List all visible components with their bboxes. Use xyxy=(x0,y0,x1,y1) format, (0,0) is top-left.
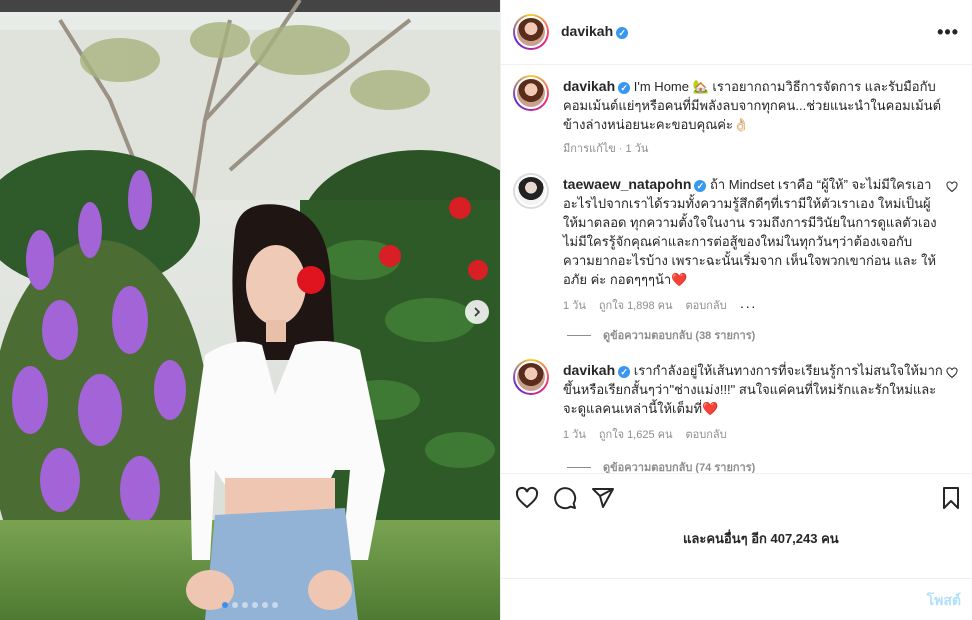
heart-outline-icon[interactable] xyxy=(515,486,539,510)
reply-button[interactable]: ตอบกลับ xyxy=(686,297,727,316)
reply-button[interactable]: ตอบกลับ xyxy=(686,426,727,445)
caption-time: 1 วัน xyxy=(625,143,649,155)
comment-icon[interactable] xyxy=(553,486,577,510)
post-photo xyxy=(0,0,500,620)
more-options-icon[interactable]: ••• xyxy=(937,22,959,43)
heart-emoji: ❤️ xyxy=(671,272,688,287)
author-username[interactable]: davikah ✓ xyxy=(561,23,629,41)
caption-username[interactable]: davikah xyxy=(563,78,615,94)
post-header: davikah ✓ ••• xyxy=(501,0,972,65)
avatar[interactable] xyxy=(513,75,549,111)
next-slide-button[interactable] xyxy=(465,300,489,324)
carousel-dot xyxy=(222,602,228,608)
paper-plane-icon[interactable] xyxy=(591,486,615,510)
carousel-dot xyxy=(272,602,278,608)
post-comment-button[interactable]: โพสต์ xyxy=(927,590,961,612)
edited-label: มีการแก้ไข xyxy=(563,143,616,155)
bookmark-icon[interactable] xyxy=(939,486,963,510)
verified-badge-icon: ✓ xyxy=(616,27,629,39)
verified-badge-icon: ✓ xyxy=(694,180,707,192)
comment-more-icon[interactable]: ··· xyxy=(740,297,757,316)
carousel-dot xyxy=(232,602,238,608)
carousel-dot xyxy=(252,602,258,608)
avatar[interactable] xyxy=(513,173,549,209)
divider-line xyxy=(567,466,591,468)
instagram-post-modal: davikah ✓ ••• davikah ✓ I'm Home 🏡 เราอยาก… xyxy=(0,0,972,620)
comment-text: ถ้า Mindset เราคือ “ผู้ให้” จะไม่มีใครเอ… xyxy=(563,177,937,287)
view-replies-label: ดูข้อความตอบกลับ (38 รายการ) xyxy=(603,330,756,342)
comment-time: 1 วัน xyxy=(563,300,586,312)
comments-list: davikah ✓ I'm Home 🏡 เราอยากถามวิธีการจัด… xyxy=(501,65,972,473)
comment-likes[interactable]: ถูกใจ 1,898 คน xyxy=(599,297,673,316)
comment-username[interactable]: davikah xyxy=(563,362,615,378)
post-side-panel: davikah ✓ ••• davikah ✓ I'm Home 🏡 เราอยาก… xyxy=(500,0,972,620)
divider-line xyxy=(567,334,591,336)
comment-username[interactable]: taewaew_natapohn xyxy=(563,176,691,192)
like-comment-heart-icon[interactable] xyxy=(946,181,958,193)
avatar[interactable] xyxy=(513,359,549,395)
chevron-right-icon xyxy=(474,307,481,317)
carousel-indicator xyxy=(0,602,500,608)
photo-illustration xyxy=(0,0,500,620)
action-bar: และคนอื่นๆ อีก 407,243 คน xyxy=(501,473,972,583)
comment-likes[interactable]: ถูกใจ 1,625 คน xyxy=(599,426,673,445)
view-replies-button[interactable]: ดูข้อความตอบกลับ (38 รายการ) xyxy=(567,326,755,344)
comment-composer: โพสต์ xyxy=(501,578,972,620)
view-replies-label: ดูข้อความตอบกลับ (74 รายการ) xyxy=(603,462,756,473)
carousel-dot xyxy=(262,602,268,608)
verified-badge-icon: ✓ xyxy=(618,82,631,94)
view-replies-button[interactable]: ดูข้อความตอบกลับ (74 รายการ) xyxy=(567,458,755,473)
carousel-dot xyxy=(242,602,248,608)
like-comment-heart-icon[interactable] xyxy=(946,367,958,379)
likes-count[interactable]: และคนอื่นๆ อีก 407,243 คน xyxy=(683,528,839,549)
verified-badge-icon: ✓ xyxy=(618,366,631,378)
comment-time: 1 วัน xyxy=(563,429,586,441)
heart-emoji: ❤️ xyxy=(702,401,719,416)
avatar[interactable] xyxy=(513,14,549,50)
